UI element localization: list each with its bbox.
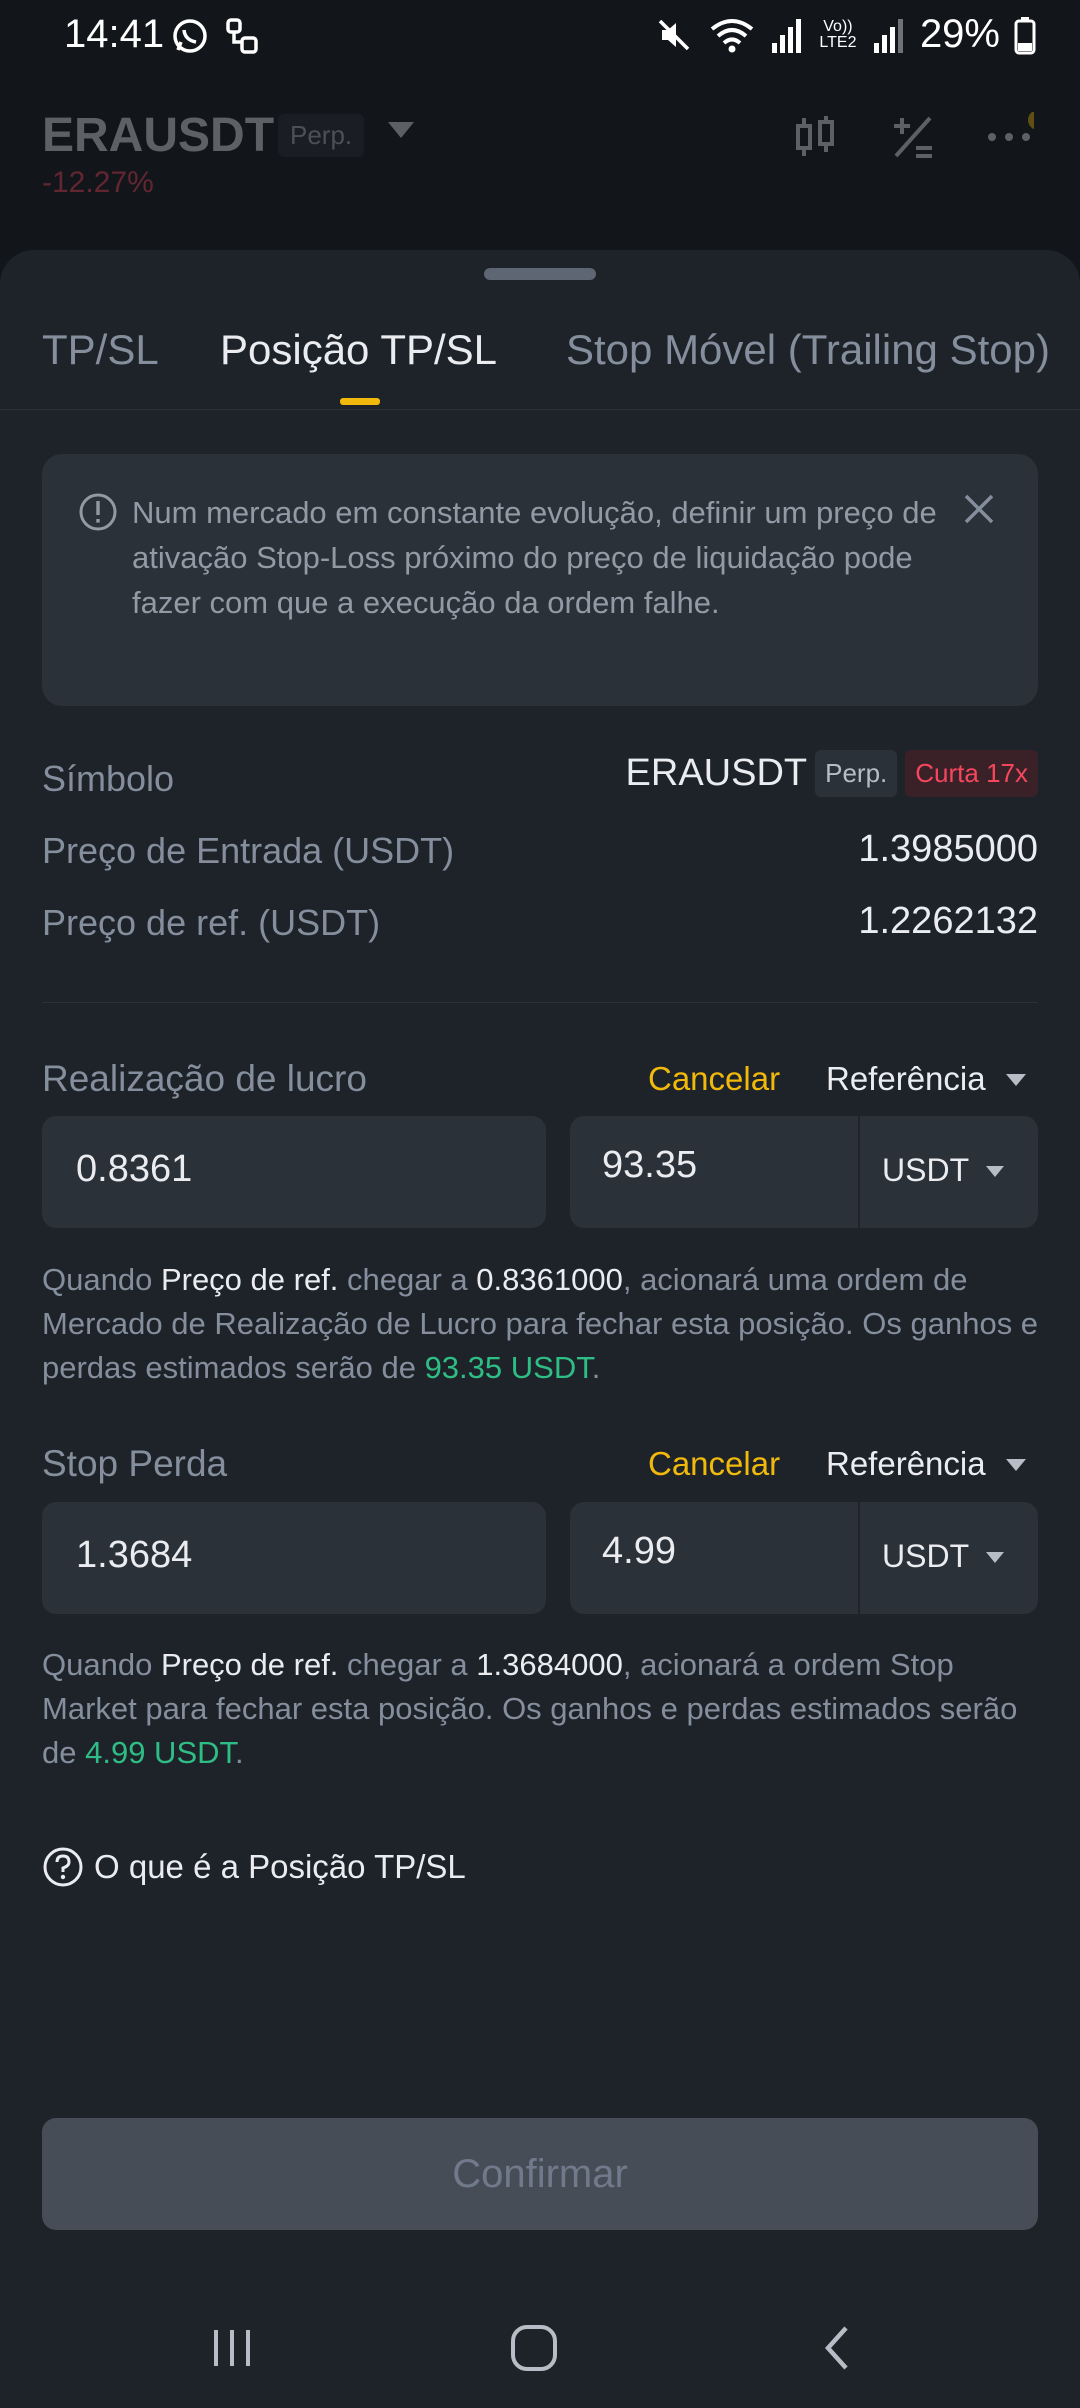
caret-down-icon [1006, 1074, 1026, 1086]
notification-icons [170, 16, 260, 56]
back-icon[interactable] [808, 2318, 868, 2378]
symbol-row: Símbolo ERAUSDT Perp. Curta 17x [42, 750, 1038, 806]
stop-loss-header: Stop Perda Cancelar Referência [42, 1437, 1038, 1497]
status-time: 14:41 [64, 12, 165, 56]
ref-price-label: Preço de ref. (USDT) [42, 902, 381, 943]
stop-loss-price-input[interactable]: 1.3684 [42, 1502, 546, 1614]
status-right: Vo)) LTE2 29% [654, 12, 1036, 57]
side-leverage-tag: Curta 17x [905, 750, 1038, 797]
candlestick-icon [796, 116, 834, 156]
drag-handle[interactable] [484, 268, 596, 280]
wifi-icon [710, 18, 754, 52]
entry-price-label: Preço de Entrada (USDT) [42, 830, 455, 871]
symbol-value: ERAUSDT [625, 752, 808, 794]
signal-icon [771, 18, 801, 53]
caret-down-icon [986, 1166, 1004, 1177]
whatsapp-icon [173, 19, 207, 53]
unit-separator [858, 1502, 860, 1614]
close-icon[interactable] [958, 488, 1000, 530]
help-link[interactable]: O que é a Posição TP/SL [42, 1842, 466, 1892]
question-icon [43, 1847, 83, 1887]
take-profit-price-value: 0.8361 [76, 1148, 193, 1190]
status-bar: 14:41 Vo)) LTE2 29% [0, 0, 1080, 72]
background-perp-tag: Perp. [278, 114, 365, 157]
help-link-text: O que é a Posição TP/SL [94, 1848, 466, 1885]
stop-loss-amount-value: 4.99 [602, 1530, 676, 1572]
stop-loss-reference-dropdown[interactable]: Referência [826, 1445, 986, 1483]
home-icon[interactable] [504, 2318, 564, 2378]
take-profit-amount-input[interactable]: 93.35 USDT [570, 1116, 1038, 1228]
tabs-bar: TP/SL Posição TP/SL Stop Móvel (Trailing… [0, 310, 1080, 410]
tpsl-bottom-sheet: TP/SL Posição TP/SL Stop Móvel (Trailing… [0, 250, 1080, 2408]
tab-tpsl[interactable]: TP/SL [42, 326, 159, 374]
section-divider [42, 1002, 1038, 1003]
warning-notice: Num mercado em constante evolução, defin… [42, 454, 1038, 706]
background-price-change: -12.27% [42, 166, 154, 199]
symbol-value-group: ERAUSDT Perp. Curta 17x [626, 750, 1038, 797]
take-profit-unit-select[interactable]: USDT [882, 1152, 969, 1189]
info-icon [79, 493, 117, 531]
ref-price-row: Preço de ref. (USDT) 1.2262132 [42, 894, 1038, 950]
background-trading-header: ERAUSDT Perp. -12.27% [0, 72, 1080, 252]
recent-apps-icon[interactable] [202, 2318, 262, 2378]
take-profit-cancel-button[interactable]: Cancelar [648, 1060, 780, 1098]
caret-down-icon [986, 1552, 1004, 1563]
chevron-down-icon [388, 122, 414, 138]
confirm-button[interactable]: Confirmar [42, 2118, 1038, 2230]
active-tab-indicator [340, 398, 380, 405]
signal-icon [873, 18, 903, 53]
stop-loss-unit-select[interactable]: USDT [882, 1538, 969, 1575]
take-profit-description: Quando Preço de ref. chegar a 0.8361000,… [42, 1262, 1039, 1385]
take-profit-price-input[interactable]: 0.8361 [42, 1116, 546, 1228]
mute-icon [658, 19, 690, 50]
stop-loss-title: Stop Perda [42, 1443, 228, 1484]
more-icon [988, 112, 1034, 141]
notice-text: Num mercado em constante evolução, defin… [132, 495, 937, 620]
take-profit-header: Realização de lucro Cancelar Referência [42, 1052, 1038, 1112]
caret-down-icon [1006, 1459, 1026, 1471]
background-symbol: ERAUSDT [42, 109, 275, 162]
usb-icon [226, 18, 258, 54]
take-profit-title: Realização de lucro [42, 1058, 367, 1099]
entry-price-value: 1.3985000 [858, 828, 1038, 870]
take-profit-reference-dropdown[interactable]: Referência [826, 1060, 986, 1098]
tab-trailing-stop[interactable]: Stop Móvel (Trailing Stop) [566, 326, 1050, 374]
ref-price-value: 1.2262132 [858, 900, 1038, 942]
take-profit-amount-value: 93.35 [602, 1144, 698, 1186]
calculator-icon [894, 116, 932, 158]
battery-percent: 29% [919, 12, 1000, 56]
battery-icon [1014, 16, 1036, 54]
system-nav-bar [0, 2300, 1080, 2408]
stop-loss-amount-input[interactable]: 4.99 USDT [570, 1502, 1038, 1614]
stop-loss-price-value: 1.3684 [76, 1534, 193, 1576]
stop-loss-description: Quando Preço de ref. chegar a 1.3684000,… [42, 1647, 1018, 1770]
perp-tag: Perp. [815, 750, 898, 797]
tab-position-tpsl[interactable]: Posição TP/SL [220, 326, 497, 374]
stop-loss-cancel-button[interactable]: Cancelar [648, 1445, 780, 1483]
volte-icon: Vo)) LTE2 [819, 17, 857, 51]
unit-separator [858, 1116, 860, 1228]
symbol-label: Símbolo [42, 758, 175, 799]
entry-price-row: Preço de Entrada (USDT) 1.3985000 [42, 822, 1038, 878]
